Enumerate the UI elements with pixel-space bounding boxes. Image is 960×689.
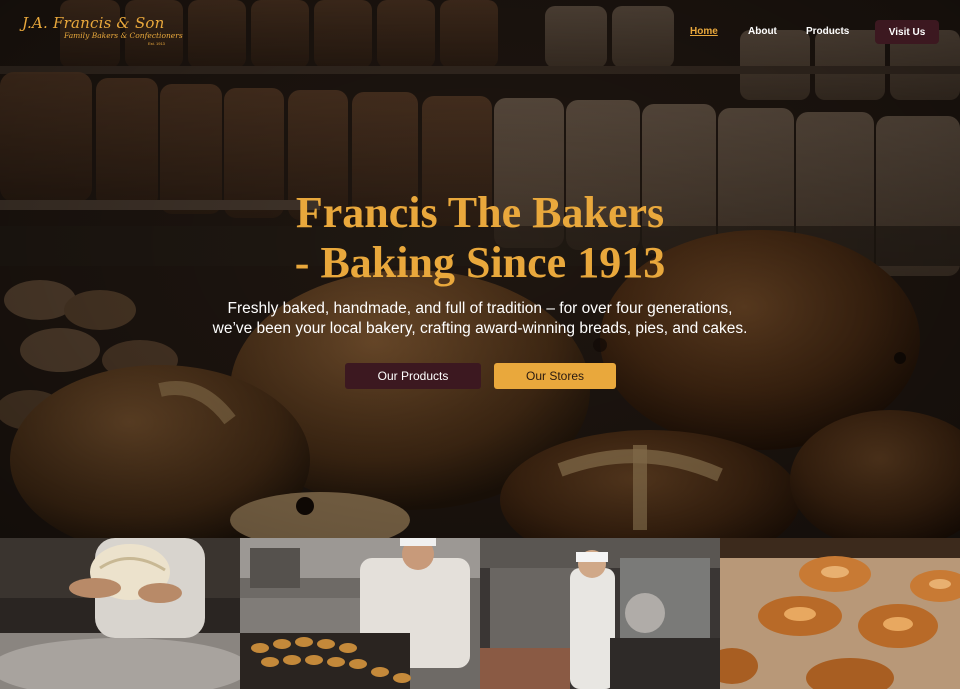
hero-subtitle-line-2: we’ve been your local bakery, crafting a… — [212, 320, 748, 337]
our-products-button[interactable]: Our Products — [345, 363, 481, 389]
hero-title-line-2: - Baking Since 1913 — [294, 238, 666, 287]
nav-link-about[interactable]: About — [748, 26, 777, 37]
dough-photo — [0, 538, 240, 689]
our-stores-button[interactable]: Our Stores — [494, 363, 616, 389]
gallery-photo-baker-tarts[interactable] — [240, 538, 480, 689]
baker-tarts-photo — [240, 538, 480, 689]
baker-kitchen-photo — [480, 538, 720, 689]
brand-logo[interactable]: J.A. Francis & Son Family Bakers & Confe… — [22, 14, 183, 48]
gallery-photo-pastry-swirls[interactable] — [720, 538, 960, 689]
logo-established: Est. 1913 — [148, 41, 165, 46]
nav-link-products[interactable]: Products — [806, 26, 849, 37]
gallery-photo-dough[interactable] — [0, 538, 240, 689]
hero-subtitle-line-1: Freshly baked, handmade, and full of tra… — [227, 300, 733, 317]
top-navigation: J.A. Francis & Son Family Bakers & Confe… — [0, 0, 960, 64]
hero-title: Francis The Bakers - Baking Since 1913 — [180, 188, 780, 288]
pastry-swirls-photo — [720, 538, 960, 689]
logo-tagline: Family Bakers & Confectioners — [64, 31, 183, 40]
photo-gallery — [0, 538, 960, 689]
nav-link-home[interactable]: Home — [690, 26, 718, 37]
gallery-photo-baker-kitchen[interactable] — [480, 538, 720, 689]
hero-subtitle: Freshly baked, handmade, and full of tra… — [150, 299, 810, 339]
logo-wordmark: J.A. Francis & Son — [22, 14, 165, 32]
hero-title-line-1: Francis The Bakers — [295, 188, 665, 237]
visit-us-button[interactable]: Visit Us — [875, 20, 939, 44]
